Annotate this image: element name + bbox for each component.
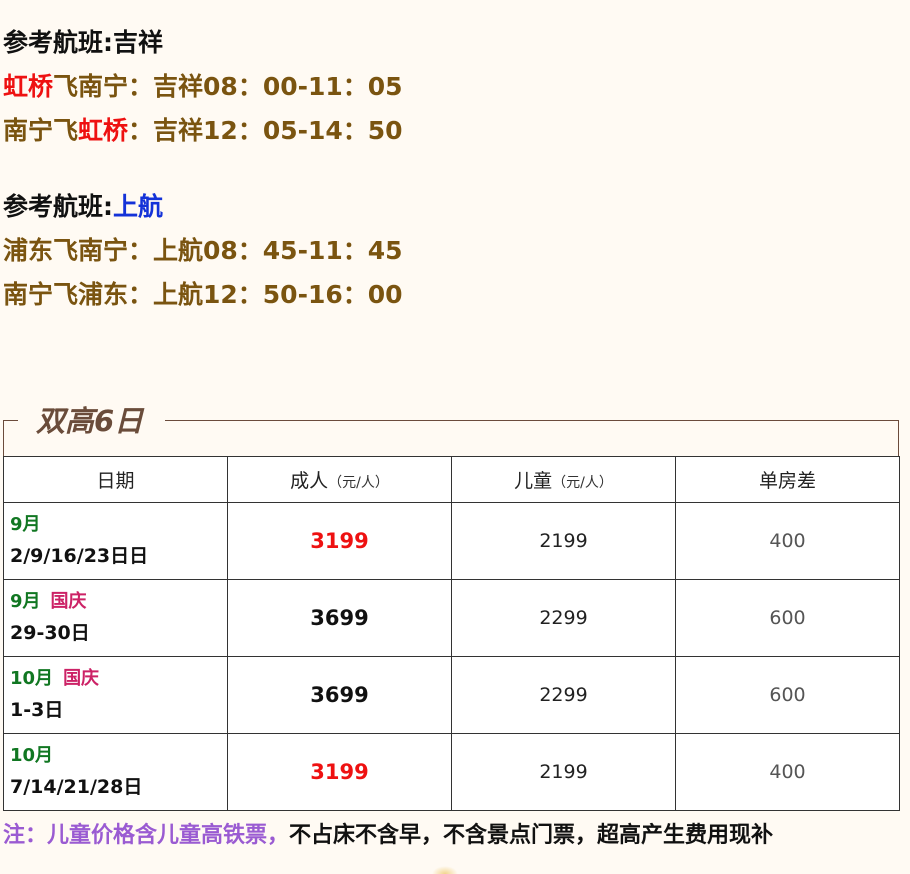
table-row: 10月 国庆 1-3日 3699 2299 600 [3,656,900,734]
month-label: 9月 [10,591,41,612]
single-supplement: 400 [769,530,806,552]
table-header-row: 日期 成人（元/人） 儿童（元/人） 单房差 [3,456,900,503]
route-origin: 虹桥 [3,72,54,101]
flight-ref-heading: 参考航班:吉祥 [3,21,403,65]
table-row: 10月 7/14/21/28日 3199 2199 400 [3,733,900,811]
header-date: 日期 [3,456,228,503]
section-title: 双高6日 [18,404,166,438]
note-child-price: 注：儿童价格含儿童高铁票， [3,823,290,848]
child-price-cell: 2299 [451,579,676,657]
single-supplement-cell: 400 [675,733,900,811]
flight-route: 虹桥飞南宁：吉祥08：00-11：05 [3,65,403,109]
decorative-glow [432,866,458,874]
departure-days: 7/14/21/28日 [10,776,143,798]
adult-price-cell: 3199 [227,733,452,811]
header-single-supplement: 单房差 [675,456,900,503]
route-destination: 虹桥 [78,116,129,145]
flight-info-shanghang: 参考航班:上航 浦东飞南宁：上航08：45-11：45 南宁飞浦东：上航12：5… [3,185,403,317]
adult-price-cell: 3699 [227,656,452,734]
header-date-label: 日期 [96,470,135,492]
date-cell: 10月 7/14/21/28日 [3,733,228,811]
route-time: ：吉祥08：00-11：05 [128,72,403,101]
date-cell: 10月 国庆 1-3日 [3,656,228,734]
flight-ref-heading: 参考航班:上航 [3,185,403,229]
ref-label: 参考航班: [3,28,113,57]
adult-price: 3199 [310,529,369,553]
child-price: 2199 [539,530,588,552]
flight-route: 南宁飞虹桥：吉祥12：05-14：50 [3,109,403,153]
flight-route: 南宁飞浦东：上航12：50-16：00 [3,280,403,309]
holiday-label: 国庆 [50,591,87,612]
child-price-cell: 2199 [451,733,676,811]
month-label: 10月 [10,668,54,689]
header-adult-unit: （元/人） [328,475,389,491]
single-supplement: 600 [769,607,806,629]
single-supplement: 600 [769,684,806,706]
child-price: 2299 [539,607,588,629]
single-supplement: 400 [769,761,806,783]
departure-days: 1-3日 [10,699,64,721]
airline-name: 吉祥 [113,28,164,57]
child-price: 2199 [539,761,588,783]
table-row: 9月 国庆 29-30日 3699 2299 600 [3,579,900,657]
adult-price: 3699 [310,606,369,630]
header-single-label: 单房差 [758,470,816,492]
date-cell: 9月 2/9/16/23日日 [3,502,228,580]
header-child: 儿童（元/人） [451,456,676,503]
single-supplement-cell: 600 [675,656,900,734]
adult-price: 3699 [310,683,369,707]
child-price-cell: 2299 [451,656,676,734]
route-origin: 南宁飞 [3,116,79,145]
month-label: 10月 [10,745,54,766]
adult-price-cell: 3699 [227,579,452,657]
adult-price: 3199 [310,760,369,784]
route-destination: 飞南宁 [53,72,129,101]
note-exclusions: 不占床不含早，不含景点门票，超高产生费用现补 [289,823,774,848]
adult-price-cell: 3199 [227,502,452,580]
airline-name: 上航 [113,192,164,221]
flight-info-jixiang: 参考航班:吉祥 虹桥飞南宁：吉祥08：00-11：05 南宁飞虹桥：吉祥12：0… [3,21,403,153]
ref-label: 参考航班: [3,192,113,221]
header-adult: 成人（元/人） [227,456,452,503]
departure-days: 29-30日 [10,622,90,644]
table-row: 9月 2/9/16/23日日 3199 2199 400 [3,502,900,580]
price-note: 注：儿童价格含儿童高铁票，不占床不含早，不含景点门票，超高产生费用现补 [3,820,773,852]
holiday-label: 国庆 [63,668,100,689]
child-price-cell: 2199 [451,502,676,580]
child-price: 2299 [539,684,588,706]
route-time: ：吉祥12：05-14：50 [128,116,403,145]
departure-days: 2/9/16/23日日 [10,545,149,567]
single-supplement-cell: 600 [675,579,900,657]
flight-route: 浦东飞南宁：上航08：45-11：45 [3,236,403,265]
header-adult-label: 成人 [290,470,329,492]
header-child-label: 儿童 [514,470,553,492]
price-table: 日期 成人（元/人） 儿童（元/人） 单房差 9月 2/9/16/23日日 31… [3,456,900,811]
price-section-frame: 双高6日 [3,404,899,457]
header-child-unit: （元/人） [552,475,613,491]
single-supplement-cell: 400 [675,502,900,580]
date-cell: 9月 国庆 29-30日 [3,579,228,657]
month-label: 9月 [10,514,41,535]
